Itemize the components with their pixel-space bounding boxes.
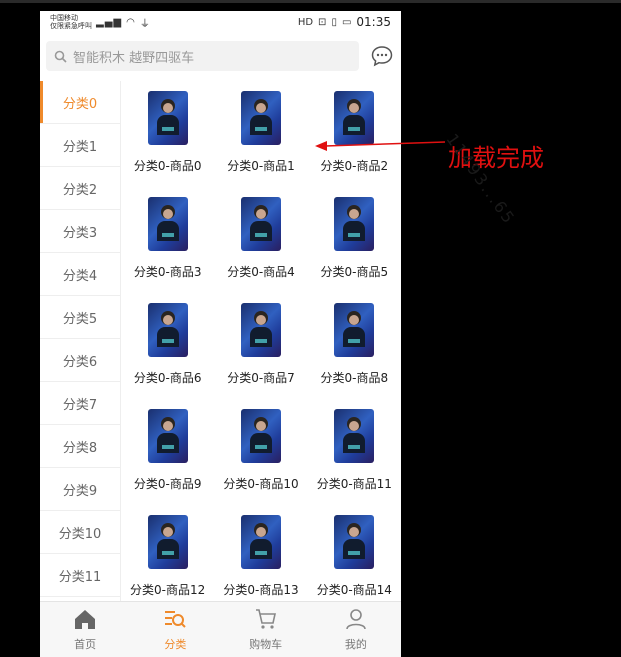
window-top-strip: [0, 0, 621, 3]
product-card[interactable]: 分类0-商品11: [308, 409, 401, 515]
search-input[interactable]: 智能积木 越野四驱车: [46, 41, 359, 71]
product-name: 分类0-商品10: [223, 477, 299, 491]
cast-icon: ⊡: [318, 16, 327, 28]
product-card[interactable]: 分类0-商品7: [214, 303, 307, 409]
clock: 01:35: [356, 15, 391, 29]
carrier-name: 中国移动: [50, 14, 78, 22]
product-card[interactable]: 分类0-商品3: [121, 197, 214, 303]
tab-cart[interactable]: 购物车: [221, 602, 311, 657]
signal-icon: ▂▄▆: [96, 16, 123, 28]
sidebar-item-category-2[interactable]: 分类2: [40, 167, 120, 210]
product-image: [147, 91, 188, 145]
cart-icon: [254, 608, 278, 633]
product-name: 分类0-商品1: [227, 159, 295, 173]
sidebar-item-category-11[interactable]: 分类11: [40, 554, 120, 597]
tab-category-search[interactable]: 分类: [130, 602, 220, 657]
product-image: [334, 515, 375, 569]
tab-label: 我的: [344, 637, 367, 651]
product-image: [240, 409, 281, 463]
battery-icon: ▭: [341, 16, 352, 28]
product-image: [240, 91, 281, 145]
product-card[interactable]: 分类0-商品4: [214, 197, 307, 303]
product-name: 分类0-商品11: [316, 477, 392, 491]
sidebar-item-category-5[interactable]: 分类5: [40, 296, 120, 339]
bottom-tab-bar: 首页 分类 购物车 我的: [40, 601, 401, 657]
product-card[interactable]: 分类0-商品5: [308, 197, 401, 303]
product-image: [240, 303, 281, 357]
wifi-icon: ◠: [126, 16, 136, 28]
product-name: 分类0-商品0: [133, 159, 202, 173]
product-name: 分类0-商品14: [316, 583, 392, 597]
product-card[interactable]: 分类0-商品9: [121, 409, 214, 515]
product-image: [147, 409, 188, 463]
carrier-status: 仅限紧急呼叫: [50, 22, 92, 30]
message-button[interactable]: [369, 43, 395, 69]
product-name: 分类0-商品8: [320, 371, 389, 385]
product-name: 分类0-商品7: [227, 371, 295, 385]
hd-icon: HD: [297, 16, 314, 28]
sidebar-item-category-4[interactable]: 分类4: [40, 253, 120, 296]
usb-icon: ⏚: [139, 18, 151, 30]
product-image: [334, 197, 375, 251]
category-content: 分类0 分类1 分类2 分类3 分类4 分类5 分类6 分类7 分类8 分类9 分类10 分类11 分…: [40, 81, 401, 602]
product-image: [147, 303, 188, 357]
vibrate-icon: ▯: [331, 16, 337, 28]
sidebar-item-category-6[interactable]: 分类6: [40, 339, 120, 382]
sidebar-item-category-0[interactable]: 分类0: [40, 81, 120, 124]
product-name: 分类0-商品12: [130, 583, 206, 597]
sidebar-item-category-9[interactable]: 分类9: [40, 468, 120, 511]
category-sidebar: 分类0 分类1 分类2 分类3 分类4 分类5 分类6 分类7 分类8 分类9 分类10 分类11: [40, 81, 121, 602]
product-name: 分类0-商品2: [320, 159, 389, 173]
product-image: [240, 197, 281, 251]
product-name: 分类0-商品5: [320, 265, 389, 279]
product-card[interactable]: 分类0-商品1: [214, 91, 307, 197]
product-image: [334, 409, 375, 463]
sidebar-item-category-10[interactable]: 分类10: [40, 511, 120, 554]
message-icon: [371, 46, 393, 67]
product-grid: 分类0-商品0 分类0-商品1 分类0-商品2 分类0-商品3 分类0-商品4 分类0-商…: [121, 81, 401, 602]
product-name: 分类0-商品3: [133, 265, 202, 279]
product-image: [147, 197, 188, 251]
product-name: 分类0-商品4: [227, 265, 295, 279]
carrier-info: 中国移动 仅限紧急呼叫: [50, 14, 92, 30]
search-placeholder: 智能积木 越野四驱车: [73, 50, 195, 66]
product-image: [334, 303, 375, 357]
phone-screen: 中国移动 仅限紧急呼叫 ▂▄▆ ◠ ⏚ HD ⊡ ▯ ▭ 01:35 智能积木 …: [40, 11, 401, 657]
tab-label: 分类: [164, 637, 187, 651]
product-image: [240, 515, 281, 569]
product-card[interactable]: 分类0-商品10: [214, 409, 307, 515]
tab-label: 购物车: [249, 637, 283, 651]
sidebar-item-category-3[interactable]: 分类3: [40, 210, 120, 253]
product-name: 分类0-商品6: [133, 371, 202, 385]
tab-home[interactable]: 首页: [40, 602, 130, 657]
search-row: 智能积木 越野四驱车: [40, 33, 401, 79]
tab-profile[interactable]: 我的: [311, 602, 401, 657]
product-image: [147, 515, 188, 569]
product-name: 分类0-商品9: [133, 477, 202, 491]
sidebar-item-category-8[interactable]: 分类8: [40, 425, 120, 468]
profile-icon: [344, 608, 368, 633]
status-bar: 中国移动 仅限紧急呼叫 ▂▄▆ ◠ ⏚ HD ⊡ ▯ ▭ 01:35: [40, 11, 401, 33]
product-card[interactable]: 分类0-商品0: [121, 91, 214, 197]
sidebar-item-category-1[interactable]: 分类1: [40, 124, 120, 167]
sidebar-item-category-7[interactable]: 分类7: [40, 382, 120, 425]
tab-label: 首页: [74, 637, 97, 651]
product-card[interactable]: 分类0-商品6: [121, 303, 214, 409]
product-card[interactable]: 分类0-商品8: [308, 303, 401, 409]
search-icon: [54, 50, 67, 63]
product-name: 分类0-商品13: [223, 583, 299, 597]
home-icon: [73, 608, 97, 633]
category-search-icon: [163, 608, 187, 633]
annotation-arrow: [315, 141, 446, 151]
